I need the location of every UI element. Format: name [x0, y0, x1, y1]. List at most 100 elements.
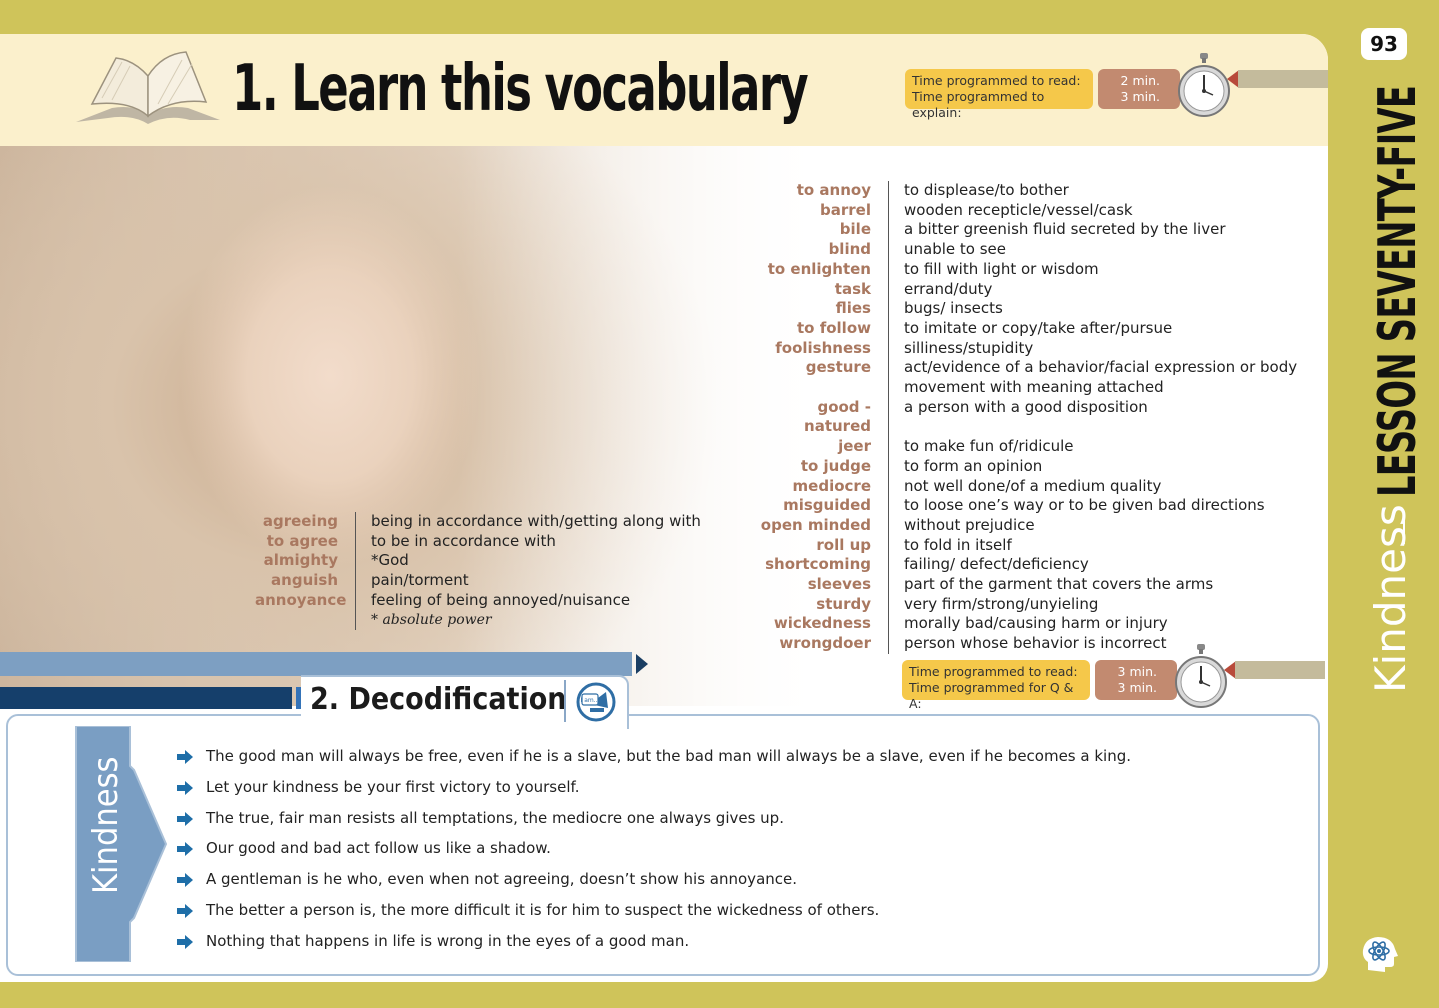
- quote-text: The good man will always be free, even i…: [206, 747, 1132, 765]
- vocabulary-list-left: agreeing being in accordance with/getting…: [255, 512, 701, 631]
- vocab-row: to enlighten to fill with light or wisdom: [760, 259, 1297, 280]
- vocab-definition: morally bad/causing harm or injury: [888, 614, 1168, 635]
- vocab-row: to follow to imitate or copy/take after/p…: [760, 318, 1297, 339]
- timer-label-qa: Time programmed for Q & A:: [909, 680, 1074, 711]
- vocab-row: blind unable to see: [760, 240, 1297, 260]
- vocab-term: anguish: [271, 571, 338, 590]
- vocab-row: mediocre not well done/of a medium qualit…: [760, 476, 1297, 497]
- vocab-term: good - natured: [804, 397, 871, 436]
- side-label: Kindness: [86, 756, 126, 894]
- quote-text: Our good and bad act follow us like a sh…: [206, 839, 551, 858]
- vocab-row: agreeing being in accordance with/getting…: [255, 512, 701, 532]
- svg-text:I am...: I am...: [581, 697, 600, 704]
- vocab-definition: to form an opinion: [888, 456, 1042, 477]
- list-item: The true, fair man resists all temptatio…: [176, 809, 1131, 840]
- list-item: Let your kindness be your first victory …: [176, 778, 1131, 809]
- vocab-term: to annoy: [796, 181, 871, 199]
- vocab-definition: pain/torment: [355, 571, 469, 591]
- quote-text: The true, fair man resists all temptatio…: [206, 808, 784, 827]
- vocab-term-empty: [255, 611, 355, 631]
- vocab-row: * absolute power: [255, 610, 701, 631]
- vocab-row: barrel wooden recepticle/vessel/cask: [760, 200, 1297, 221]
- vocab-definition: a bitter greenish fluid secreted by the …: [888, 220, 1225, 241]
- vocab-row: gesture act/evidence of a behavior/facial…: [760, 358, 1297, 379]
- vocab-term: wickedness: [773, 614, 871, 633]
- vocab-term: blind: [828, 240, 871, 259]
- vocab-row: misguided to loose one’s way or to be giv…: [760, 496, 1297, 516]
- vocab-definition: movement with meaning attached: [888, 378, 1164, 398]
- vocab-definition: failing/ defect/deficiency: [888, 555, 1089, 576]
- decodification-title: 2. Decodification: [310, 682, 567, 717]
- arrow-right-icon: [177, 842, 193, 857]
- page: 1. Learn this vocabulary Time programmed…: [0, 34, 1328, 982]
- topic-vertical: Kindness: [1366, 504, 1415, 693]
- vocab-term: open minded: [760, 515, 871, 534]
- timer-value-explain: 3 min.: [1120, 89, 1160, 104]
- vocab-term: agreeing: [262, 512, 338, 530]
- vocab-definition: very firm/strong/unyieling: [888, 594, 1098, 615]
- vocab-row: foolishness silliness/stupidity: [760, 338, 1297, 359]
- lesson-title-vertical: LESSON SEVENTY-FIVE: [1368, 0, 1428, 497]
- i-am-icon: I am...: [576, 682, 616, 722]
- play-arrow-icon: [636, 654, 648, 674]
- vocab-term: mediocre: [792, 476, 871, 495]
- list-item: A gentleman is he who, even when not agr…: [176, 870, 1131, 901]
- vocab-definition: to be in accordance with: [355, 531, 556, 552]
- vocab-term: to agree: [266, 531, 338, 550]
- vocab-term: flies: [835, 299, 871, 318]
- quote-text: A gentleman is he who, even when not agr…: [206, 870, 798, 889]
- vocab-definition: bugs/ insects: [888, 299, 1003, 319]
- vocab-definition: unable to see: [888, 240, 1006, 260]
- section-header-bar: [0, 687, 292, 709]
- quote-text: Nothing that happens in life is wrong in…: [206, 931, 690, 950]
- quote-text: Let your kindness be your first victory …: [206, 777, 580, 796]
- arrow-right-icon: [177, 873, 193, 888]
- vocab-row: movement with meaning attached: [760, 378, 1297, 398]
- vocab-term: [760, 378, 888, 398]
- vocab-definition: to make fun of/ridicule: [888, 437, 1074, 457]
- vocab-row: shortcoming failing/ defect/deficiency: [760, 555, 1297, 576]
- vocab-row: to annoy to displease/to bother: [760, 181, 1297, 201]
- timer-label-read: Time programmed to read:: [912, 73, 1081, 88]
- vocab-row: flies bugs/ insects: [760, 299, 1297, 319]
- vocab-definition: not well done/of a medium quality: [888, 476, 1161, 497]
- arrow-right-icon: [177, 903, 193, 918]
- timer-value-read: 2 min.: [1120, 73, 1160, 88]
- head-atom-icon: [1362, 937, 1398, 972]
- vocab-term: misguided: [783, 496, 871, 515]
- vocab-row: annoyance feeling of being annoyed/nuisan…: [255, 590, 701, 611]
- vocab-term: to judge: [800, 456, 871, 475]
- open-book-icon: [76, 51, 220, 124]
- vocab-term: shortcoming: [765, 555, 871, 574]
- vocab-definition: to imitate or copy/take after/pursue: [888, 318, 1172, 339]
- timer-labels: Time programmed to read: Time programmed…: [902, 660, 1090, 711]
- timer-bar: [1238, 70, 1328, 88]
- vocab-row: sturdy very firm/strong/unyieling: [760, 594, 1297, 615]
- vocab-row: bile a bitter greenish fluid secreted by …: [760, 220, 1297, 241]
- vocab-definition: part of the garment that covers the arms: [888, 575, 1213, 595]
- vocab-term: almighty: [263, 551, 338, 570]
- vocab-term: barrel: [820, 200, 871, 219]
- vocab-definition: a person with a good disposition: [888, 397, 1148, 438]
- section-divider-bar: [0, 652, 632, 676]
- vocab-term: roll up: [816, 535, 871, 554]
- vocab-definition: silliness/stupidity: [888, 338, 1033, 359]
- timer-bar: [1235, 661, 1325, 679]
- title-separator: [564, 680, 566, 722]
- vocab-row: task errand/duty: [760, 279, 1297, 300]
- vocab-term: annoyance: [255, 590, 347, 609]
- timer-value-qa: 3 min.: [1117, 680, 1157, 695]
- vocab-definition: feeling of being annoyed/nuisance: [355, 590, 630, 611]
- timer-value-read: 3 min.: [1117, 664, 1157, 679]
- vocab-definition: *God: [355, 551, 409, 572]
- vocab-definition: to displease/to bother: [888, 181, 1069, 201]
- vocab-term: foolishness: [775, 338, 871, 357]
- vocab-definition: errand/duty: [888, 279, 992, 300]
- quote-list: The good man will always be free, even i…: [176, 747, 1131, 963]
- timer-label-read: Time programmed to read:: [909, 664, 1078, 679]
- vocab-definition: being in accordance with/getting along w…: [355, 512, 701, 532]
- vocab-row: open minded without prejudice: [760, 515, 1297, 536]
- arrow-right-icon: [177, 811, 193, 826]
- vocab-row: anguish pain/torment: [255, 571, 701, 591]
- quote-text: The better a person is, the more difficu…: [206, 900, 880, 919]
